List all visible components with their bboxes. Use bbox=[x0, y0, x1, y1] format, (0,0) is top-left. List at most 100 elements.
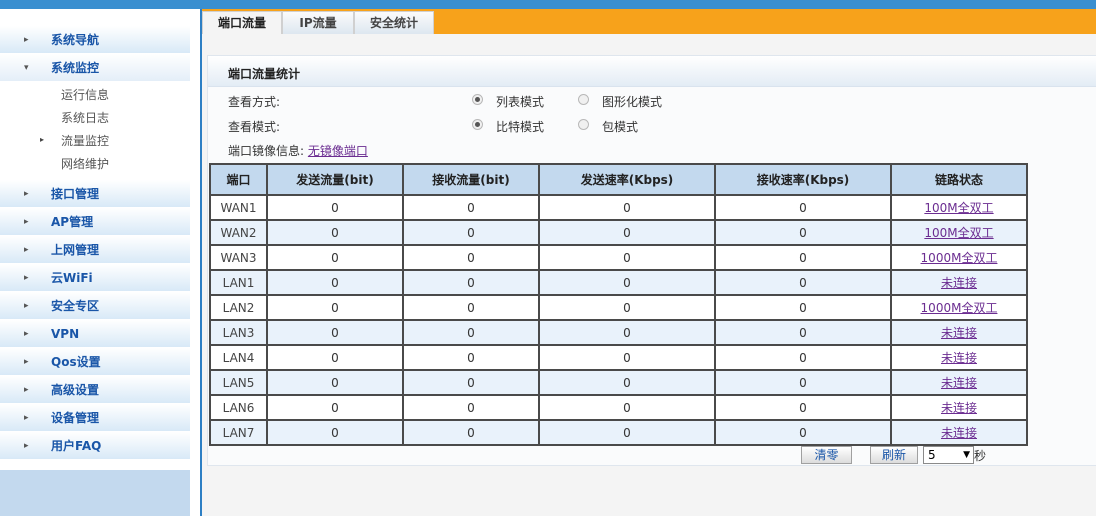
cell-link-status: 1000M全双工 bbox=[890, 244, 1028, 271]
panel-header: 端口流量统计 bbox=[208, 56, 1096, 87]
clear-button[interactable]: 清零 bbox=[801, 446, 852, 464]
cell-rx: 0 bbox=[402, 244, 540, 271]
submenu-item-label: 网络维护 bbox=[61, 157, 110, 171]
link-status-link[interactable]: 1000M全双工 bbox=[921, 251, 998, 265]
cell-rx-rate: 0 bbox=[714, 219, 892, 246]
link-status-link[interactable]: 未连接 bbox=[941, 376, 977, 390]
radio-list-mode-label[interactable]: 列表模式 bbox=[496, 93, 544, 110]
interval-unit: 秒 bbox=[974, 449, 987, 463]
sidebar-item-device[interactable]: ▸ 设备管理 bbox=[0, 404, 190, 432]
radio-bit-mode[interactable] bbox=[472, 119, 483, 130]
sidebar-item-interface[interactable]: ▸ 接口管理 bbox=[0, 180, 190, 208]
sidebar-item-ap[interactable]: ▸ AP管理 bbox=[0, 208, 190, 236]
link-status-link[interactable]: 未连接 bbox=[941, 426, 977, 440]
sidebar-item-qos[interactable]: ▸ Qos设置 bbox=[0, 348, 190, 376]
collapse-arrow-icon: ▾ bbox=[24, 63, 29, 73]
sidebar-item-cloud-wifi[interactable]: ▸ 云WiFi bbox=[0, 264, 190, 292]
cell-tx-rate: 0 bbox=[538, 369, 716, 396]
sidebar-item-monitor[interactable]: ▾ 系统监控 bbox=[0, 54, 190, 82]
cell-port: LAN2 bbox=[209, 294, 268, 321]
cell-tx: 0 bbox=[266, 369, 404, 396]
cell-rx-rate: 0 bbox=[714, 294, 892, 321]
radio-packet-mode[interactable] bbox=[578, 119, 589, 130]
cell-tx-rate: 0 bbox=[538, 219, 716, 246]
cell-tx-rate: 0 bbox=[538, 394, 716, 421]
expand-arrow-icon: ▸ bbox=[24, 189, 29, 199]
mirror-port-link[interactable]: 无镜像端口 bbox=[308, 144, 368, 158]
cell-rx: 0 bbox=[402, 269, 540, 296]
radio-graph-mode-label[interactable]: 图形化模式 bbox=[602, 93, 662, 110]
cell-rx: 0 bbox=[402, 219, 540, 246]
radio-packet-mode-label[interactable]: 包模式 bbox=[602, 118, 638, 135]
submenu-item-run-info[interactable]: 运行信息 bbox=[0, 84, 190, 107]
cell-tx: 0 bbox=[266, 219, 404, 246]
column-header-port: 端口 bbox=[209, 163, 268, 196]
panel-title: 端口流量统计 bbox=[228, 67, 301, 81]
cell-link-status: 100M全双工 bbox=[890, 219, 1028, 246]
sidebar-item-label: 接口管理 bbox=[51, 187, 100, 201]
cell-rx-rate: 0 bbox=[714, 269, 892, 296]
link-status-link[interactable]: 未连接 bbox=[941, 326, 977, 340]
cell-tx-rate: 0 bbox=[538, 294, 716, 321]
sidebar-item-faq[interactable]: ▸ 用户FAQ bbox=[0, 432, 190, 460]
sidebar-item-label: 云WiFi bbox=[51, 271, 93, 285]
sidebar-item-advanced[interactable]: ▸ 高级设置 bbox=[0, 376, 190, 404]
sidebar-item-vpn[interactable]: ▸ VPN bbox=[0, 320, 190, 348]
radio-list-mode[interactable] bbox=[472, 94, 483, 105]
cell-tx-rate: 0 bbox=[538, 269, 716, 296]
radio-bit-mode-label[interactable]: 比特模式 bbox=[496, 118, 544, 135]
port-traffic-panel: 端口流量统计 查看方式: 列表模式 图形化模式 查看模式: 比特模式 包模式 端… bbox=[207, 55, 1096, 466]
link-status-link[interactable]: 1000M全双工 bbox=[921, 301, 998, 315]
column-header-rx: 接收流量(bit) bbox=[402, 163, 540, 196]
radio-graph-mode[interactable] bbox=[578, 94, 589, 105]
table-row: LAN5 0 0 0 0 未连接 bbox=[209, 369, 1028, 396]
mirror-info-row: 端口镜像信息: 无镜像端口 bbox=[228, 142, 368, 159]
cell-tx: 0 bbox=[266, 394, 404, 421]
cell-tx: 0 bbox=[266, 294, 404, 321]
submenu-item-system-log[interactable]: 系统日志 bbox=[0, 107, 190, 130]
submenu-item-traffic-monitor[interactable]: ▸ 流量监控 bbox=[0, 130, 190, 153]
submenu-item-network-maintenance[interactable]: 网络维护 bbox=[0, 153, 190, 176]
expand-arrow-icon: ▸ bbox=[24, 245, 29, 255]
sidebar-item-nav[interactable]: ▸ 系统导航 bbox=[0, 26, 190, 54]
cell-link-status: 未连接 bbox=[890, 419, 1028, 446]
sidebar-item-label: 设备管理 bbox=[51, 411, 100, 425]
cell-rx: 0 bbox=[402, 194, 540, 221]
tab-ip-traffic[interactable]: IP流量 bbox=[282, 11, 354, 34]
cell-tx: 0 bbox=[266, 244, 404, 271]
submenu-item-label: 流量监控 bbox=[61, 134, 110, 148]
link-status-link[interactable]: 未连接 bbox=[941, 276, 977, 290]
refresh-button[interactable]: 刷新 bbox=[870, 446, 918, 464]
link-status-link[interactable]: 未连接 bbox=[941, 401, 977, 415]
link-status-link[interactable]: 未连接 bbox=[941, 351, 977, 365]
cell-rx-rate: 0 bbox=[714, 394, 892, 421]
submenu-item-label: 运行信息 bbox=[61, 88, 110, 102]
tab-security-stats[interactable]: 安全统计 bbox=[354, 11, 434, 34]
tab-label: IP流量 bbox=[299, 16, 337, 30]
sidebar-item-security[interactable]: ▸ 安全专区 bbox=[0, 292, 190, 320]
tab-label: 安全统计 bbox=[369, 16, 418, 30]
cell-rx-rate: 0 bbox=[714, 194, 892, 221]
cell-rx-rate: 0 bbox=[714, 319, 892, 346]
cell-link-status: 未连接 bbox=[890, 319, 1028, 346]
cell-tx: 0 bbox=[266, 419, 404, 446]
cell-link-status: 未连接 bbox=[890, 394, 1028, 421]
expand-arrow-icon: ▸ bbox=[24, 441, 29, 451]
cell-rx: 0 bbox=[402, 394, 540, 421]
cell-rx-rate: 0 bbox=[714, 344, 892, 371]
link-status-link[interactable]: 100M全双工 bbox=[924, 226, 993, 240]
cell-link-status: 未连接 bbox=[890, 369, 1028, 396]
sidebar-item-label: 系统监控 bbox=[51, 61, 100, 75]
expand-arrow-icon: ▸ bbox=[24, 35, 29, 45]
cell-tx-rate: 0 bbox=[538, 344, 716, 371]
cell-tx: 0 bbox=[266, 194, 404, 221]
link-status-link[interactable]: 100M全双工 bbox=[924, 201, 993, 215]
cell-tx-rate: 0 bbox=[538, 194, 716, 221]
cell-tx: 0 bbox=[266, 319, 404, 346]
cell-tx-rate: 0 bbox=[538, 319, 716, 346]
refresh-interval-select[interactable]: 5 ▼ bbox=[923, 446, 974, 464]
tab-port-traffic[interactable]: 端口流量 bbox=[202, 11, 282, 34]
expand-arrow-icon: ▸ bbox=[24, 413, 29, 423]
cell-tx-rate: 0 bbox=[538, 419, 716, 446]
sidebar-item-internet[interactable]: ▸ 上网管理 bbox=[0, 236, 190, 264]
